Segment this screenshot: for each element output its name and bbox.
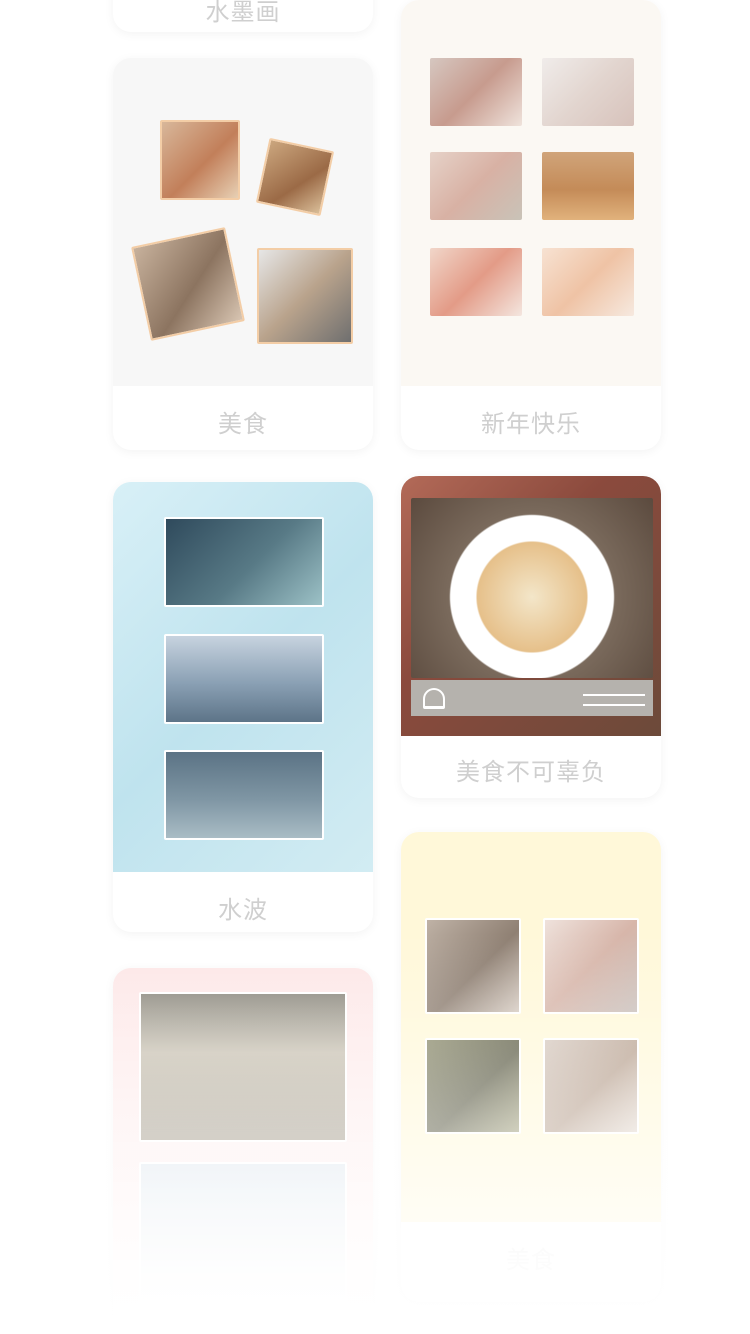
template-card-red[interactable] [113,968,373,1334]
photo-dessert [543,1038,639,1134]
template-card-water[interactable]: 水波 [113,482,373,932]
photo-sky-person [139,1162,347,1312]
photo-shoreline [164,750,324,840]
template-preview [113,482,373,872]
photo-noodles [160,120,240,200]
photo-flowers [430,152,522,220]
template-label: 美食不可辜负 [456,758,606,786]
template-card-newyear[interactable]: 新年快乐 [401,0,661,450]
photo-storefront [139,992,347,1142]
photo-table-dishes [131,227,245,341]
photo-child [542,248,634,316]
template-preview [113,968,373,1334]
template-card-food[interactable]: 美食 [113,58,373,450]
divider-lines [583,694,645,706]
template-label: 水墨画 [205,0,281,26]
template-card-gourmet[interactable]: 美食不可辜负 [401,476,661,798]
template-label: 水波 [218,896,268,924]
template-preview [401,476,661,736]
photo-lanterns [430,58,522,126]
photo-girl-portrait [542,58,634,126]
photo-ocean-horizon [164,634,324,724]
photo-wave-aerial [164,517,324,607]
template-label: 美食 [218,410,268,438]
caption-bar [411,680,653,716]
template-label: 美食 [506,1246,556,1274]
cloche-icon [423,688,445,709]
photo-sushi-plate [543,918,639,1014]
template-label: 新年快乐 [481,410,581,438]
photo-woman-red [430,248,522,316]
template-card-yellow[interactable]: 美食 [401,832,661,1302]
photo-shrimp-dish [411,498,653,678]
photo-ramen [257,248,353,344]
photo-sushi [255,137,335,217]
template-preview [401,832,661,1222]
template-preview [401,0,661,386]
photo-greens [425,1038,521,1134]
template-card-ink[interactable]: 水墨画 [113,0,373,32]
template-preview [113,58,373,386]
photo-noodle-bowl [425,918,521,1014]
photo-sunset [542,152,634,220]
